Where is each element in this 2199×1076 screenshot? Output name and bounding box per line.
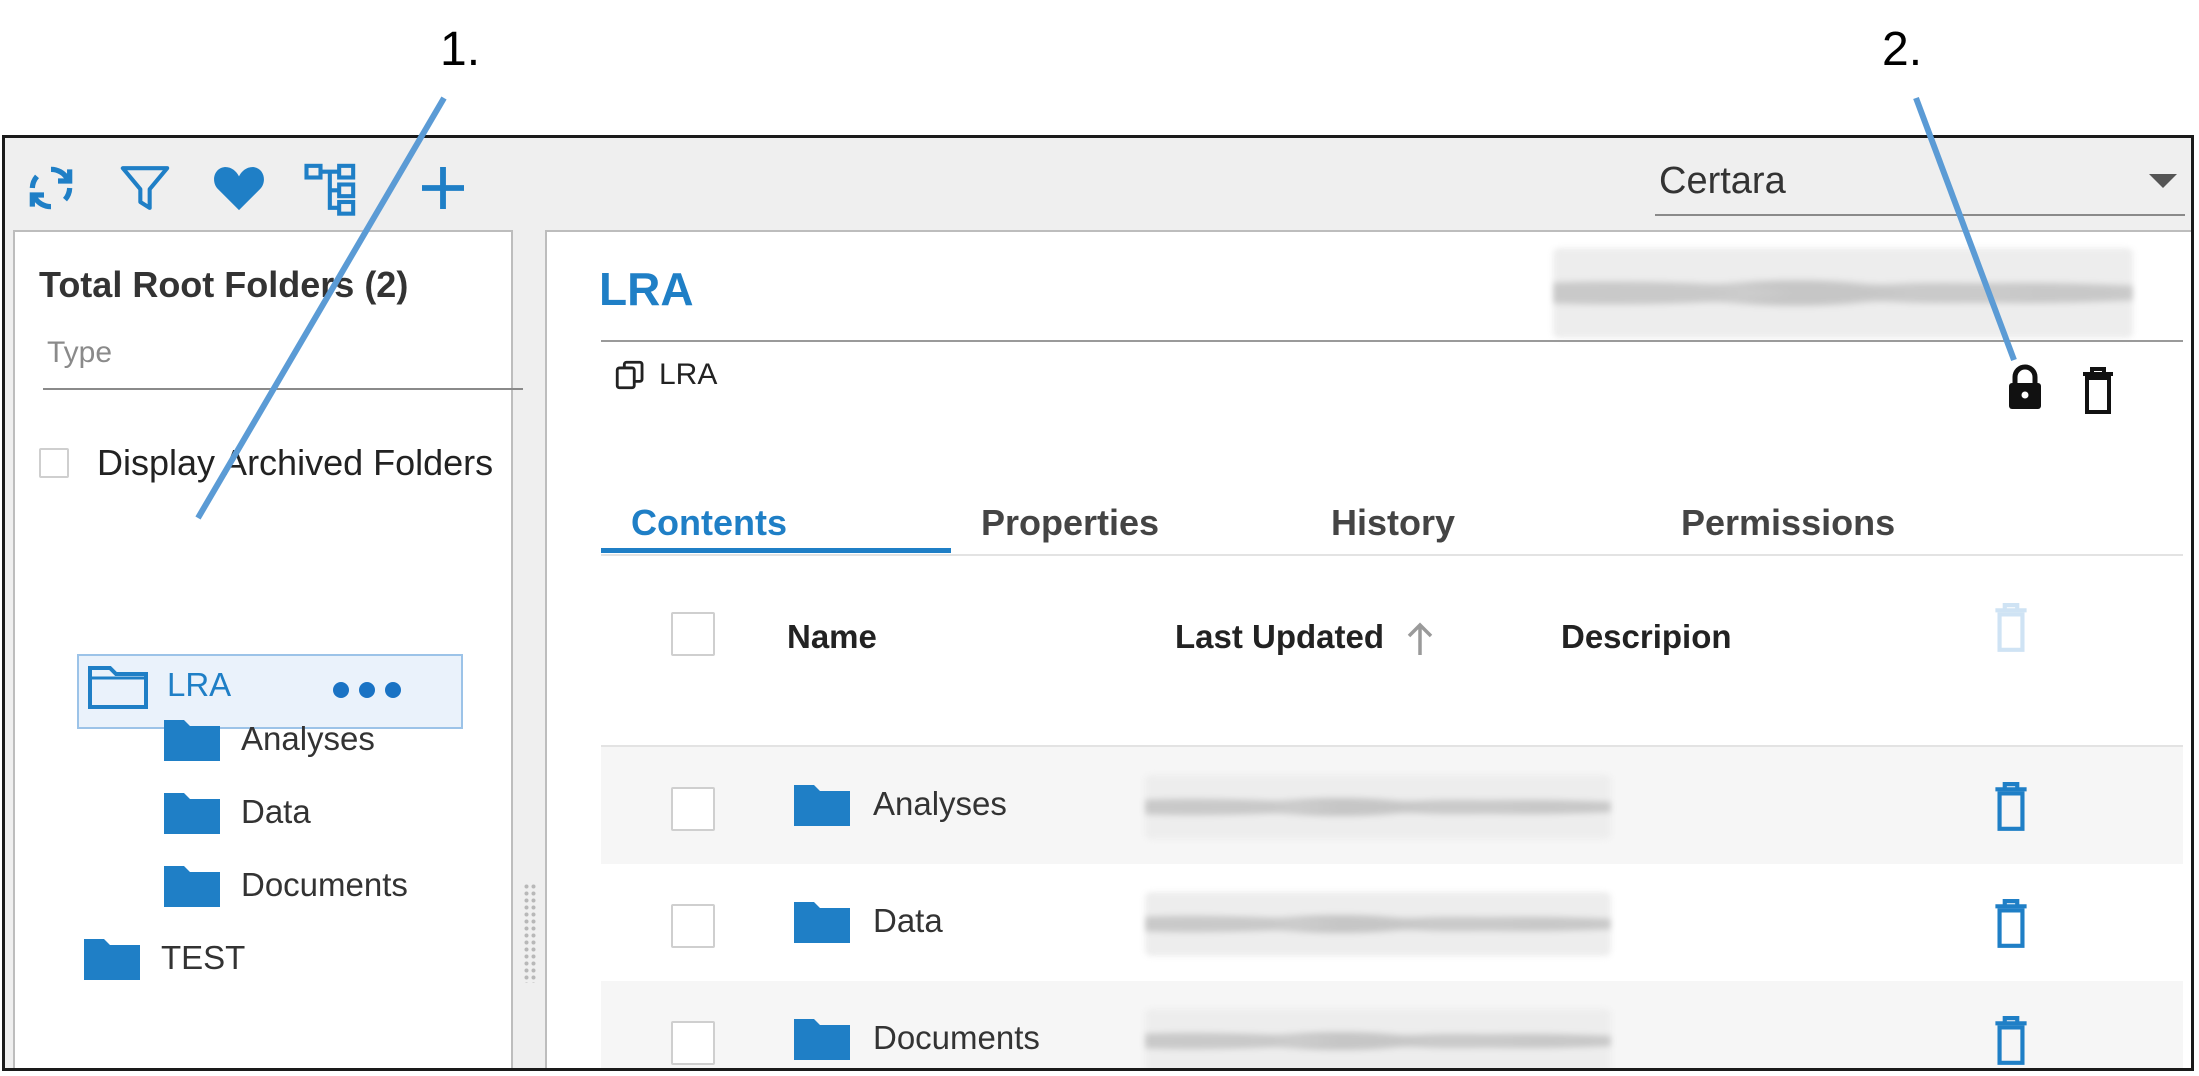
display-archived-checkbox[interactable] <box>39 448 69 478</box>
delete-row-icon[interactable] <box>1993 898 2029 955</box>
row-name-label: Analyses <box>873 785 1007 822</box>
folder-icon <box>164 720 220 761</box>
tree-node-lra[interactable]: LRA <box>87 660 231 710</box>
delete-folder-icon[interactable] <box>2081 366 2115 421</box>
display-archived-label: Display Archived Folders <box>97 442 494 483</box>
root-folders-title: Total Root Folders (2) <box>39 264 409 305</box>
row-checkbox[interactable] <box>671 904 715 948</box>
tree-node-data[interactable]: Data <box>161 787 311 837</box>
column-header-name[interactable]: Name <box>787 618 877 656</box>
more-options-icon[interactable] <box>333 682 401 698</box>
add-icon[interactable] <box>413 158 473 218</box>
table-row[interactable]: Data <box>601 864 2183 981</box>
row-checkbox[interactable] <box>671 787 715 831</box>
tree-node-analyses[interactable]: Analyses <box>161 714 375 764</box>
row-name[interactable]: Data <box>791 896 943 946</box>
folder-icon <box>794 785 850 826</box>
tab-permissions[interactable]: Permissions <box>1681 502 1895 544</box>
tree-node-documents[interactable]: Documents <box>161 860 408 910</box>
type-filter-field[interactable] <box>43 332 531 390</box>
bulk-delete-icon <box>1993 602 2029 659</box>
tree-node-label: Analyses <box>241 720 375 757</box>
detail-tabs: Contents Properties History Permissions <box>601 502 2183 556</box>
row-name[interactable]: Documents <box>791 1013 1040 1063</box>
tree-node-test[interactable]: TEST <box>81 933 245 983</box>
redacted-field <box>1553 248 2133 338</box>
folder-detail-pane: LRA LRA Contents Properties History Perm… <box>545 230 2191 1068</box>
folder-browser-window: Certara Total Root Folders (2) Display A… <box>2 135 2194 1071</box>
folder-icon <box>164 793 220 834</box>
filter-icon[interactable] <box>115 158 175 218</box>
delete-row-icon[interactable] <box>1993 781 2029 838</box>
lock-icon[interactable] <box>2005 364 2045 415</box>
redacted-date <box>1145 1009 1611 1068</box>
table-row[interactable]: Documents <box>601 981 2183 1068</box>
copy-icon[interactable] <box>613 358 647 392</box>
folder-icon <box>164 866 220 907</box>
folder-path: LRA <box>613 358 717 392</box>
folder-title: LRA <box>599 263 694 315</box>
tab-history[interactable]: History <box>1331 502 1455 544</box>
refresh-icon[interactable] <box>21 158 81 218</box>
title-divider <box>601 340 2183 342</box>
hierarchy-icon[interactable] <box>301 158 361 218</box>
row-name-label: Documents <box>873 1019 1040 1056</box>
chevron-down-icon <box>2149 174 2177 188</box>
row-name-label: Data <box>873 902 943 939</box>
tab-properties[interactable]: Properties <box>981 502 1159 544</box>
folder-icon <box>794 1019 850 1060</box>
tree-node-label: Documents <box>241 866 408 903</box>
redacted-date <box>1145 892 1611 956</box>
display-archived-row[interactable]: Display Archived Folders <box>39 442 493 484</box>
column-header-label: Last Updated <box>1175 618 1385 655</box>
tree-node-label: LRA <box>167 666 232 703</box>
redacted-date <box>1145 775 1611 839</box>
tab-contents[interactable]: Contents <box>631 502 787 544</box>
folder-path-label: LRA <box>659 358 718 391</box>
type-filter-input[interactable] <box>43 332 531 374</box>
select-all-checkbox[interactable] <box>671 612 715 656</box>
row-checkbox[interactable] <box>671 1021 715 1065</box>
active-tab-indicator <box>601 548 951 553</box>
account-select[interactable]: Certara <box>1655 150 2185 216</box>
folder-icon <box>794 902 850 943</box>
row-name[interactable]: Analyses <box>791 779 1007 829</box>
folder-outline-icon <box>88 666 148 709</box>
account-select-value: Certara <box>1659 160 1786 202</box>
sort-ascending-icon <box>1407 622 1433 656</box>
callout-number-2: 2. <box>1882 23 1923 76</box>
column-header-description[interactable]: Descripion <box>1561 618 1732 656</box>
favorite-heart-icon[interactable] <box>209 158 269 218</box>
callout-number-1: 1. <box>440 23 481 76</box>
folder-tree-pane: Total Root Folders (2) Display Archived … <box>13 230 531 1068</box>
tree-node-label: TEST <box>161 939 246 976</box>
table-row[interactable]: Analyses <box>601 747 2183 864</box>
column-header-last-updated[interactable]: Last Updated <box>1175 618 1435 657</box>
tree-node-label: Data <box>241 793 311 830</box>
delete-row-icon[interactable] <box>1993 1015 2029 1068</box>
folder-icon <box>84 939 140 980</box>
pane-resize-handle[interactable] <box>523 883 537 983</box>
